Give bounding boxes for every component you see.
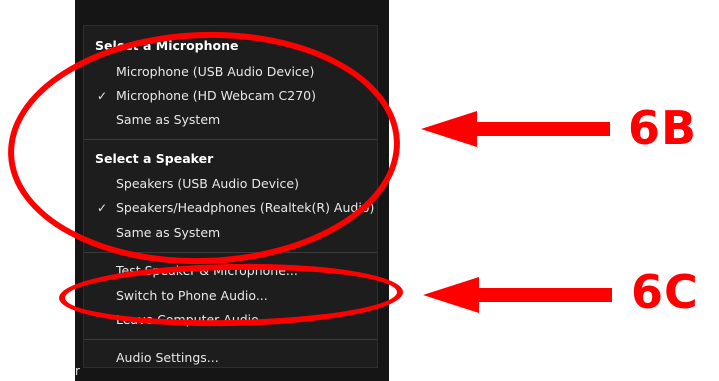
arrow-6c-shaft: [477, 288, 612, 302]
annotation-label-6b: 6B: [628, 101, 698, 155]
arrow-6b-shaft: [475, 122, 610, 136]
arrow-6b-head-icon: [421, 111, 477, 147]
menu-item-audio-settings[interactable]: Audio Settings...: [84, 347, 377, 369]
truncated-text-fragment: r: [75, 364, 80, 378]
arrow-6c-head-icon: [423, 277, 479, 313]
annotation-label-6c: 6C: [631, 265, 699, 319]
menu-item-label: Audio Settings...: [116, 350, 219, 365]
menu-divider: [84, 339, 377, 340]
